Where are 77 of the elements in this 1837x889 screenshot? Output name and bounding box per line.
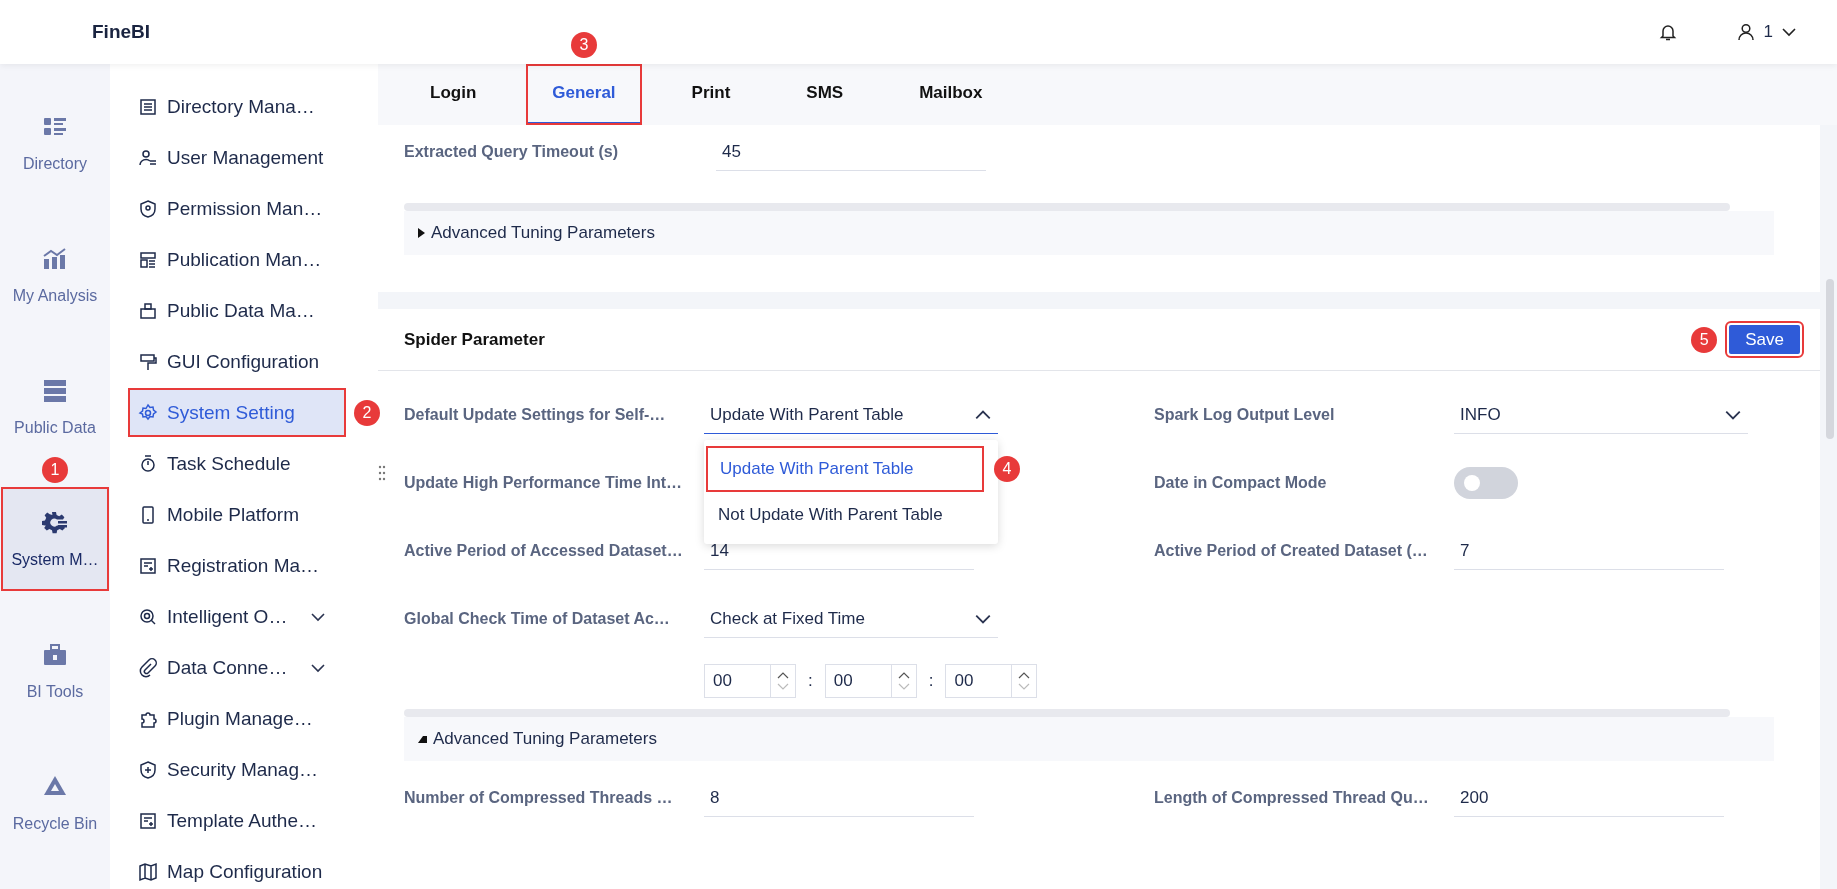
number-spinner[interactable]: 00 [824, 664, 917, 698]
menu-item[interactable]: Intelligent O… [130, 594, 344, 639]
menu-item[interactable]: Map Configuration [130, 849, 344, 889]
menu-item[interactable]: Permission Man… [130, 186, 344, 231]
menu-icon [138, 96, 158, 117]
settings-tab[interactable]: SMS [780, 64, 870, 125]
field-label: Active Period of Created Dataset (… [1154, 542, 1429, 560]
text-field[interactable]: 14 [704, 532, 974, 570]
nav-item[interactable]: Directory [3, 93, 107, 193]
expand-icon [418, 228, 425, 238]
menu-icon [138, 555, 158, 576]
menu-icon [138, 147, 158, 168]
menu-icon [138, 300, 158, 321]
menu-item[interactable]: Task Schedule [130, 441, 344, 486]
menu-icon [138, 351, 158, 372]
collapsible-header[interactable]: Advanced Tuning Parameters [404, 717, 1774, 761]
menu-icon [138, 861, 158, 882]
text-field[interactable]: 7 [1454, 532, 1724, 570]
menu-icon [138, 198, 158, 219]
menu-icon [138, 606, 158, 627]
collapsible-header[interactable]: Advanced Tuning Parameters [404, 211, 1774, 255]
menu-item[interactable]: Registration Ma… [130, 543, 344, 588]
number-spinner[interactable]: 00 [945, 664, 1038, 698]
user-icon[interactable] [1735, 22, 1756, 42]
field-label: Active Period of Accessed Dataset… [404, 542, 684, 560]
menu-item[interactable]: Publication Man… [130, 237, 344, 282]
app-logo: FineBI [92, 21, 151, 43]
menu-icon [138, 453, 158, 474]
bell-icon[interactable] [1657, 22, 1678, 42]
menu-icon [138, 402, 158, 423]
field-label: Global Check Time of Dataset Ac… [404, 610, 671, 628]
user-name[interactable]: 1 [1763, 22, 1773, 42]
time-separator: : [808, 671, 813, 691]
expand-icon [418, 735, 427, 743]
menu-icon [138, 657, 158, 678]
step-badge: 5 [1691, 326, 1718, 353]
nav-item[interactable]: Public Data [3, 357, 107, 457]
field-label: Number of Compressed Threads … [404, 789, 674, 807]
menu-item[interactable]: Public Data Ma… [130, 288, 344, 333]
text-field[interactable]: 200 [1454, 779, 1724, 817]
nav-item[interactable]: Recycle Bin [3, 753, 107, 853]
section-title: Spider Parameter [404, 329, 545, 350]
dropdown[interactable]: INFO [1454, 396, 1748, 434]
menu-item[interactable]: Plugin Manage… [130, 696, 344, 741]
field-label: Date in Compact Mode [1154, 474, 1328, 492]
menu-item[interactable]: Security Manag… [130, 747, 344, 792]
field-label: Length of Compressed Thread Qu… [1154, 789, 1430, 807]
field-label: Extracted Query Timeout (s) [404, 143, 619, 161]
time-separator: : [928, 671, 934, 691]
text-field[interactable]: 8 [704, 779, 974, 817]
settings-tab[interactable]: Login [404, 64, 503, 125]
nav-item[interactable]: BI Tools [3, 621, 107, 721]
settings-tab[interactable]: Mailbox [893, 64, 1009, 125]
toggle-switch[interactable] [1454, 467, 1518, 499]
step-badge: 1 [42, 457, 68, 483]
menu-icon [138, 810, 158, 831]
menu-item[interactable]: Data Conne… [130, 645, 344, 690]
menu-item[interactable]: User Management [130, 135, 344, 180]
menu-icon [138, 249, 158, 270]
drag-handle-icon[interactable] [378, 464, 386, 482]
menu-icon [138, 759, 158, 780]
menu-item[interactable]: Directory Mana… [130, 84, 344, 129]
field-label: Update High Performance Time Int… [404, 474, 683, 492]
step-badge: 2 [354, 399, 380, 426]
scrollbar-thumb[interactable] [1826, 279, 1834, 439]
field-label: Spark Log Output Level [1154, 406, 1336, 424]
menu-item[interactable]: Mobile Platform [130, 492, 344, 537]
nav-item[interactable]: My Analysis [3, 225, 107, 325]
dropdown[interactable]: Check at Fixed Time [704, 600, 998, 638]
text-field[interactable]: 45 [716, 133, 986, 171]
nav-icon [41, 377, 69, 405]
settings-tab[interactable]: Print [665, 64, 757, 125]
menu-item[interactable]: GUI Configuration [130, 339, 344, 384]
number-spinner[interactable]: 00 [704, 664, 796, 698]
step-badge: 4 [994, 456, 1020, 482]
field-label: Default Update Settings for Self-… [404, 406, 667, 424]
menu-item[interactable]: Template Authe… [130, 798, 344, 843]
